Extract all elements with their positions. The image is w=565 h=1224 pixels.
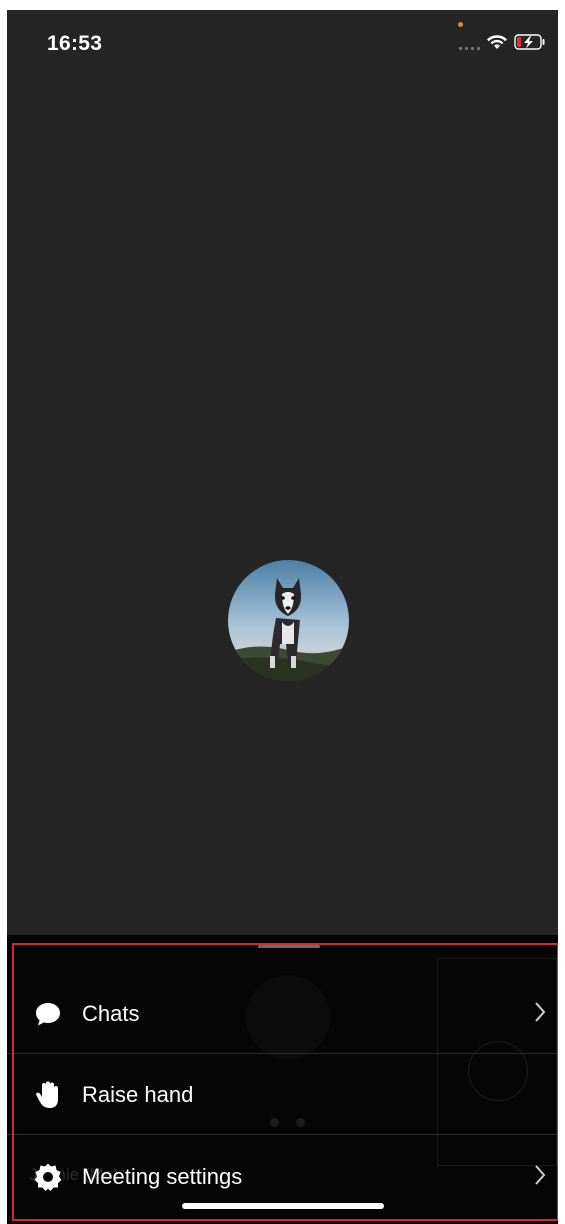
wifi-icon (487, 35, 507, 49)
husky-dog-avatar (228, 560, 349, 681)
status-icons (459, 34, 546, 50)
battery-charging-icon (514, 34, 545, 50)
more-options-sheet: Jennie (Me) Chats Raise hand Meeting set… (7, 935, 558, 1224)
status-bar: 16:53 (7, 10, 558, 70)
phone-screen: 16:53 Jennie (Me) Chats Raise hand Meeti… (7, 10, 558, 1224)
recording-indicator-dot (458, 22, 463, 27)
home-indicator[interactable] (182, 1203, 384, 1209)
selection-highlight-box (12, 943, 558, 1221)
status-time: 16:53 (47, 32, 103, 55)
participant-avatar (228, 560, 349, 681)
cellular-signal-icon (459, 34, 480, 50)
